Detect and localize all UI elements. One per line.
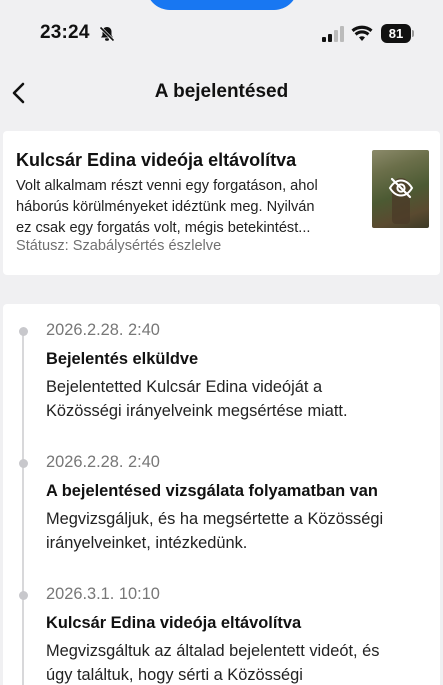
timeline-dot: [19, 591, 28, 600]
timeline-entry: 2026.3.1. 10:10 Kulcsár Edina videója el…: [46, 585, 436, 685]
bell-slash-icon: [99, 26, 115, 42]
timeline-body-line: Megvizsgáljuk, és ha megsértette a Közös…: [46, 510, 384, 528]
timeline-line: [22, 328, 24, 685]
timeline-body: Megvizsgáljuk, és ha megsértette a Közös…: [46, 507, 436, 555]
report-description-line: háborús körülményeket idéztünk meg. Nyil…: [16, 199, 315, 215]
timeline-dot: [19, 459, 28, 468]
battery-tip: [412, 30, 414, 37]
timeline-heading: A bejelentésed vizsgálata folyamatban va…: [46, 482, 378, 500]
timeline-entry: 2026.2.28. 2:40 Bejelentés elküldve Beje…: [46, 321, 436, 423]
cellular-signal-icon: [322, 26, 344, 42]
report-summary-card[interactable]: Kulcsár Edina videója eltávolítva Volt a…: [3, 131, 440, 275]
report-description-line: ez csak egy forgatás volt, mégis betekin…: [16, 220, 311, 236]
page-title: A bejelentésed: [154, 81, 289, 102]
status-time: 23:24: [40, 22, 90, 43]
timeline-body: Megvizsgáltuk az általad bejelentett vid…: [46, 639, 436, 685]
timeline-time: 2026.2.28. 2:40: [46, 453, 160, 471]
video-thumbnail[interactable]: [372, 150, 429, 228]
timeline-heading: Bejelentés elküldve: [46, 350, 199, 368]
battery-icon: 81: [381, 24, 411, 43]
timeline-dot: [19, 327, 28, 336]
report-title: Kulcsár Edina videója eltávolítva: [16, 150, 297, 170]
timeline-time: 2026.2.28. 2:40: [46, 321, 160, 339]
dynamic-island-indicator: [146, 0, 298, 10]
status-bar: 23:24 81: [0, 0, 443, 70]
timeline-body: Bejelentetted Kulcsár Edina videóját a K…: [46, 375, 436, 423]
timeline-body-line: irányelveinket, intézkedünk.: [46, 534, 248, 552]
timeline-heading: Kulcsár Edina videója eltávolítva: [46, 614, 302, 632]
timeline-body-line: úgy találtuk, hogy sérti a Közösségi: [46, 666, 303, 684]
timeline-time: 2026.3.1. 10:10: [46, 585, 160, 603]
timeline-body-line: Megvizsgáltuk az általad bejelentett vid…: [46, 642, 380, 660]
report-description-line: Volt alkalmam részt venni egy forgatáson…: [16, 178, 318, 194]
report-description: Volt alkalmam részt venni egy forgatáson…: [16, 176, 366, 239]
timeline-body-line: Közösségi irányelveink megsértése miatt.: [46, 402, 348, 420]
report-timeline: 2026.2.28. 2:40 Bejelentés elküldve Beje…: [3, 304, 440, 685]
report-status: Státusz: Szabálysértés észlelve: [16, 238, 222, 254]
wifi-icon: [351, 25, 373, 41]
timeline-entry: 2026.2.28. 2:40 A bejelentésed vizsgálat…: [46, 453, 436, 555]
page-header: A bejelentésed: [0, 70, 443, 118]
timeline-body-line: Bejelentetted Kulcsár Edina videóját a: [46, 378, 323, 396]
eye-slash-icon: [388, 177, 414, 199]
